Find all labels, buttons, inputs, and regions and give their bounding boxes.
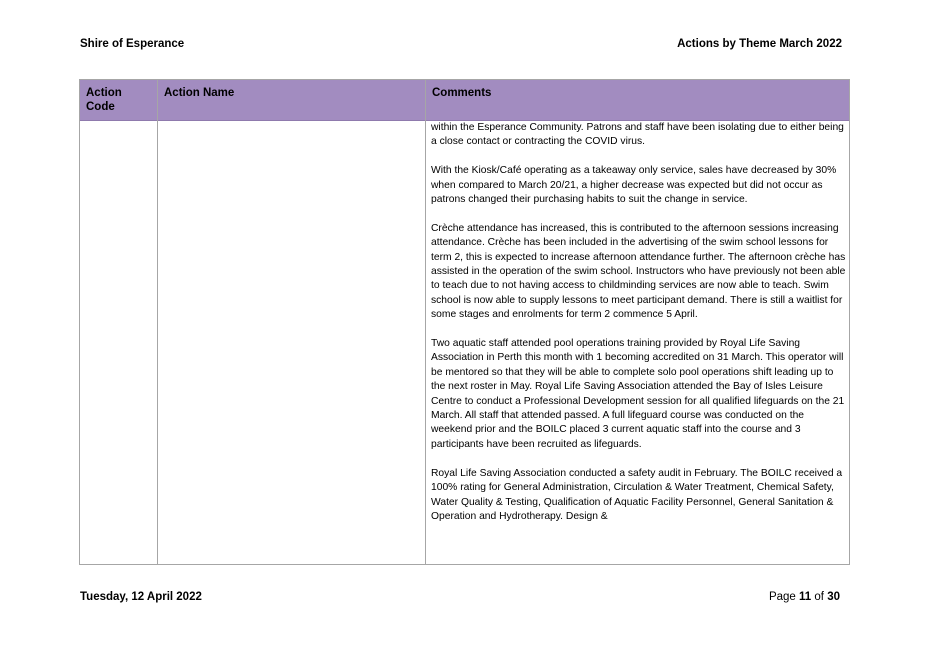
total-pages: 30 [827, 591, 840, 603]
comment-paragraph: within the Esperance Community. Patrons … [431, 122, 844, 148]
table-header-row: Action Code Action Name Comments [80, 80, 849, 121]
comment-paragraph: With the Kiosk/Café operating as a takea… [431, 165, 837, 206]
column-divider [425, 80, 426, 564]
comment-paragraph: Crèche attendance has increased, this is… [431, 222, 846, 321]
column-divider [157, 80, 158, 564]
column-header-action-code: Action Code [86, 87, 122, 113]
comment-paragraph: Two aquatic staff attended pool operatio… [431, 338, 845, 450]
current-page: 11 [799, 591, 812, 603]
column-header-comments: Comments [432, 87, 492, 99]
actions-table: Action Code Action Name Comments within … [79, 79, 850, 565]
page-number: Page 11 of 30 [769, 591, 840, 603]
comment-paragraph: Royal Life Saving Association conducted … [431, 467, 843, 522]
organisation-name: Shire of Esperance [80, 38, 185, 50]
page-of-label: of [814, 591, 824, 603]
page-label: Page [768, 591, 796, 603]
report-title: Actions by Theme March 2022 [677, 38, 842, 50]
comments-cell: within the Esperance Community. Patrons … [431, 121, 846, 564]
column-header-action-name: Action Name [164, 87, 235, 99]
report-date: Tuesday, 12 April 2022 [80, 591, 202, 603]
